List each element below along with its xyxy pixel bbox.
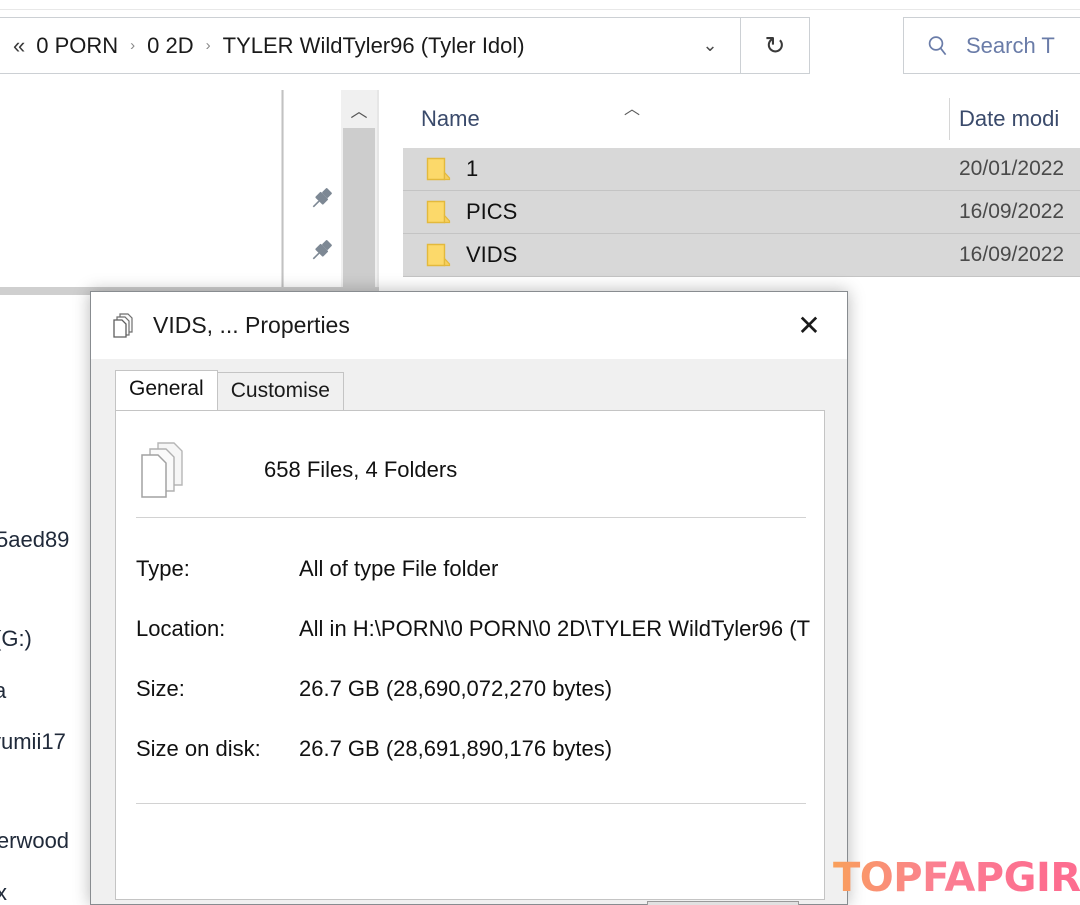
table-row[interactable]: 1 20/01/2022 xyxy=(403,148,1080,191)
breadcrumb-item-0[interactable]: 0 PORN xyxy=(34,33,120,59)
nav-item-fragment[interactable]: lerwood xyxy=(0,828,69,854)
property-label: Location: xyxy=(136,616,226,641)
search-box[interactable]: Search T xyxy=(903,17,1080,74)
refresh-icon[interactable]: ↻ xyxy=(741,31,809,61)
chevron-right-icon: › xyxy=(130,37,136,54)
file-name: 1 xyxy=(466,156,479,181)
tab-panel-general: 658 Files, 4 Folders Type: All of type F… xyxy=(115,410,825,905)
divider xyxy=(136,803,806,804)
dialog-title-bar[interactable]: VIDS, ... Properties ✕ xyxy=(91,292,847,359)
file-list[interactable]: Name ︿ Date modi 1 20/01/2022 PICS 16/09… xyxy=(379,90,1080,290)
property-value: 26.7 GB (28,690,072,270 bytes) xyxy=(299,676,613,701)
tab-general[interactable]: General xyxy=(115,370,218,410)
file-date-modified: 16/09/2022 xyxy=(959,200,1065,223)
breadcrumb-item-1[interactable]: 0 2D xyxy=(145,33,195,59)
summary-row: 658 Files, 4 Folders xyxy=(136,439,457,501)
watermark: TOPFAPGIRLS xyxy=(833,855,1080,901)
column-header-name[interactable]: Name xyxy=(421,90,480,147)
chevron-right-icon: › xyxy=(205,37,211,54)
file-date-modified: 20/01/2022 xyxy=(959,157,1065,180)
address-bar[interactable]: « 0 PORN › 0 2D › TYLER WildTyler96 (Tyl… xyxy=(0,17,810,74)
multiple-items-icon xyxy=(109,311,139,341)
folder-icon xyxy=(426,243,453,268)
nav-item-fragment[interactable]: (G:) xyxy=(0,626,32,652)
scrollbar-thumb[interactable] xyxy=(343,128,375,305)
pin-icon[interactable] xyxy=(308,186,334,212)
divider xyxy=(136,517,806,518)
folder-icon xyxy=(426,157,453,182)
close-icon[interactable]: ✕ xyxy=(771,292,847,359)
breadcrumb-item-2[interactable]: TYLER WildTyler96 (Tyler Idol) xyxy=(221,33,527,59)
nav-item-fragment[interactable]: x xyxy=(0,880,7,905)
folder-icon xyxy=(426,200,453,225)
property-label: Size: xyxy=(136,676,185,701)
property-value: All in H:\PORN\0 PORN\0 2D\TYLER WildTyl… xyxy=(299,616,811,641)
tab-customise[interactable]: Customise xyxy=(216,372,344,410)
property-label: Type: xyxy=(136,556,190,581)
properties-dialog: VIDS, ... Properties ✕ General Customise… xyxy=(90,291,848,905)
property-label: Size on disk: xyxy=(136,736,261,761)
explorer-window: « 0 PORN › 0 2D › TYLER WildTyler96 (Tyl… xyxy=(0,0,1080,905)
search-icon xyxy=(926,34,950,58)
property-value: 26.7 GB (28,691,890,176 bytes) xyxy=(299,736,613,761)
advanced-button[interactable]: Advanced... xyxy=(647,901,799,905)
dialog-title: VIDS, ... Properties xyxy=(153,312,350,338)
property-value: All of type File folder xyxy=(299,556,499,581)
breadcrumb[interactable]: 0 PORN › 0 2D › TYLER WildTyler96 (Tyler… xyxy=(34,33,680,59)
chevron-down-icon[interactable]: ⌄ xyxy=(680,35,740,56)
divider xyxy=(949,98,950,140)
item-count-summary: 658 Files, 4 Folders xyxy=(264,457,458,482)
documents-stack-icon xyxy=(136,439,192,501)
file-name: PICS xyxy=(466,199,518,224)
toolbar-strip xyxy=(0,0,1080,10)
nav-item-fragment[interactable]: a xyxy=(0,678,6,704)
pin-icon[interactable] xyxy=(308,238,334,264)
nav-item-fragment[interactable]: 5aed89 xyxy=(0,527,69,553)
column-header-date-modified[interactable]: Date modi xyxy=(959,90,1059,147)
table-row[interactable]: VIDS 16/09/2022 xyxy=(403,234,1080,277)
scroll-up-arrow-icon[interactable]: ︿ xyxy=(341,90,377,128)
table-row[interactable]: PICS 16/09/2022 xyxy=(403,191,1080,234)
nav-item-fragment[interactable]: yumii17 xyxy=(0,729,66,755)
sort-ascending-icon: ︿ xyxy=(624,101,641,118)
file-name: VIDS xyxy=(466,242,518,267)
back-chevrons-icon[interactable]: « xyxy=(0,34,34,57)
file-date-modified: 16/09/2022 xyxy=(959,243,1065,266)
search-input[interactable]: Search T xyxy=(966,33,1055,59)
tab-strip[interactable]: General Customise xyxy=(91,368,847,410)
